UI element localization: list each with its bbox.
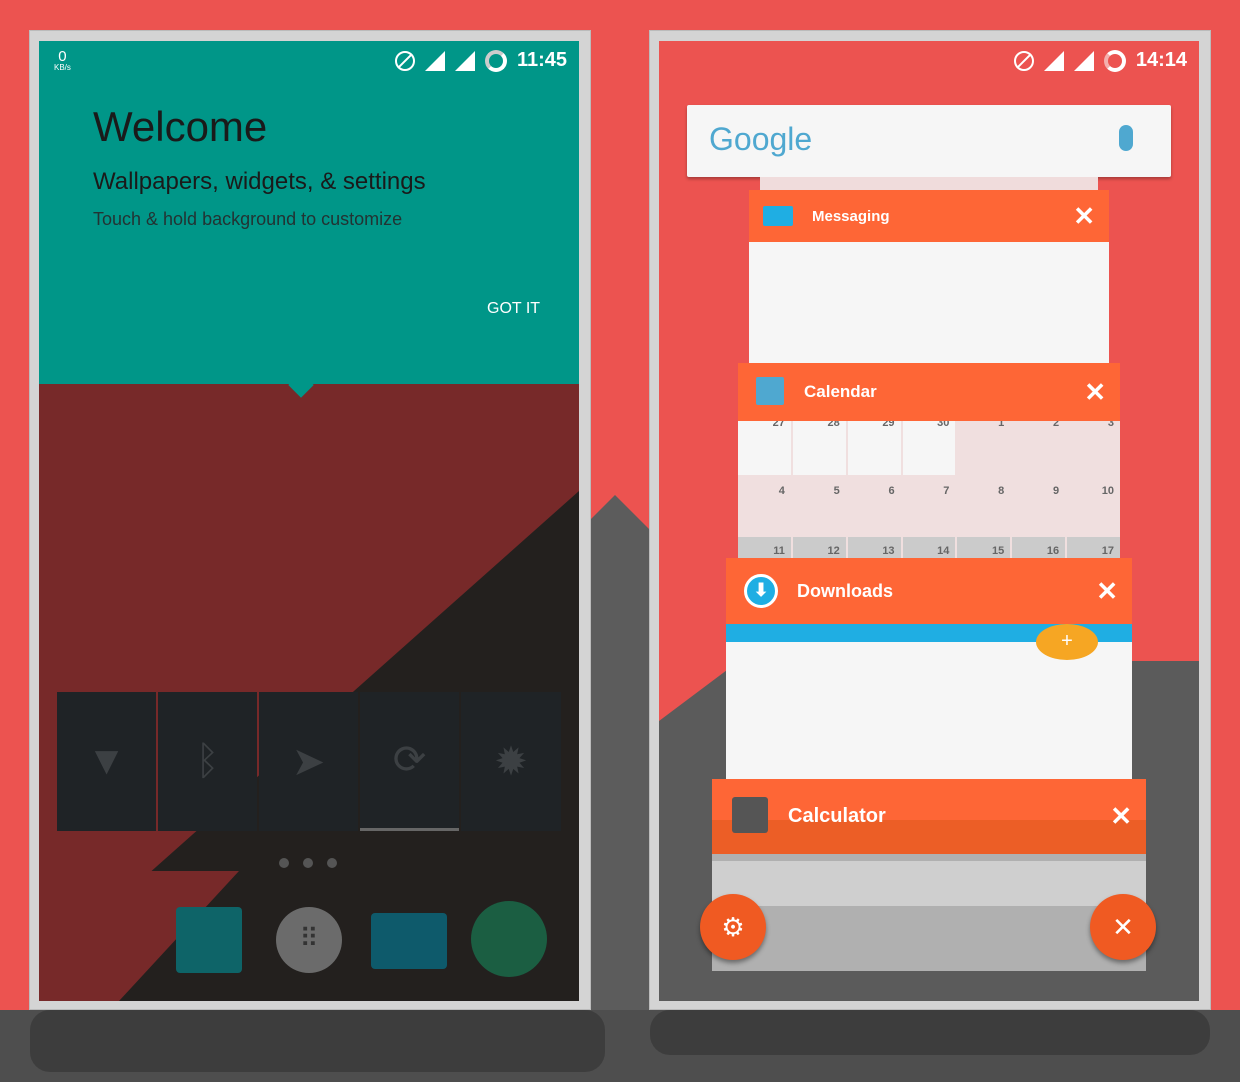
mic-icon[interactable] [1119, 125, 1133, 151]
calendar-day: 7 [902, 477, 956, 535]
no-sim-icon [1013, 50, 1034, 71]
wifi-icon[interactable]: ▼ [57, 692, 156, 831]
close-all-icon: ✕ [1112, 911, 1134, 942]
calendar-day: 28 [792, 417, 846, 475]
recent-card-calculator[interactable]: Calculator ✕ [712, 779, 1146, 971]
status-bar: 14:14 [1013, 49, 1187, 72]
welcome-hint: Touch & hold background to customize [93, 209, 403, 229]
signal-icon [424, 50, 445, 71]
calendar-day: 11 [738, 537, 791, 559]
right-phone: 14:14 Google Messaging ✕ Calendar ✕ 27 28… [649, 30, 1211, 1010]
signal-icon [454, 50, 475, 71]
google-logo: Google [709, 121, 813, 157]
home-screen: 0 KB/s 11:45 Welcome Wallpapers, widgets… [39, 41, 579, 1001]
settings-icon: ⚙ [721, 911, 745, 942]
recent-card-calendar[interactable]: Calendar ✕ 27 28 29 30 1 2 3 4 5 6 7 8 9 10 11 12 13 14 15… [738, 363, 1120, 559]
close-all-fab[interactable]: ✕ [1090, 894, 1156, 960]
messaging-app-icon [763, 206, 793, 226]
brightness-icon[interactable]: ✹ [461, 692, 561, 831]
left-phone: 0 KB/s 11:45 Welcome Wallpapers, widgets… [29, 30, 591, 1010]
recents-screen: 14:14 Google Messaging ✕ Calendar ✕ 27 28… [659, 41, 1199, 1001]
calendar-app-icon [756, 377, 784, 405]
net-unit: KB/s [54, 63, 71, 72]
welcome-subtitle: Wallpapers, widgets, & settings [93, 168, 426, 195]
contacts-icon[interactable] [176, 907, 242, 973]
calendar-day: 27 [738, 417, 791, 475]
calendar-day: 4 [738, 477, 791, 535]
settings-fab[interactable]: ⚙ [700, 894, 766, 960]
app-drawer-icon[interactable]: ⠿ [276, 907, 342, 973]
close-icon[interactable]: ✕ [1073, 201, 1095, 232]
recent-card-messaging[interactable]: Messaging ✕ [749, 190, 1109, 364]
calendar-day: 5 [792, 477, 846, 535]
messaging-icon[interactable] [371, 913, 447, 969]
calendar-day: 2 [1012, 417, 1066, 475]
card-title: Downloads [797, 580, 894, 601]
quick-settings: ▼ ᛒ ➤ ⟳ ✹ [57, 692, 561, 831]
calendar-day: 17 [1067, 537, 1120, 559]
signal-icon [1043, 50, 1064, 71]
location-icon[interactable]: ➤ [259, 692, 358, 831]
calendar-day: 10 [1067, 477, 1120, 535]
recent-card-downloads[interactable]: ⬇ Downloads ✕ + [726, 558, 1132, 780]
calendar-day: 29 [847, 417, 901, 475]
card-title: Messaging [812, 207, 890, 225]
calendar-day: 3 [1067, 417, 1120, 475]
battery-icon [1103, 49, 1126, 72]
net-speed: 0 [58, 48, 67, 65]
calendar-day: 16 [1012, 537, 1066, 559]
close-icon[interactable]: ✕ [1110, 801, 1132, 832]
download-app-icon: ⬇ [744, 574, 778, 608]
calendar-day: 13 [847, 537, 901, 559]
welcome-card: 0 KB/s 11:45 Welcome Wallpapers, widgets… [39, 41, 579, 384]
calendar-day: 9 [1012, 477, 1066, 535]
page-indicator [279, 858, 337, 868]
calendar-day: 14 [902, 537, 956, 559]
status-bar: 11:45 [394, 49, 567, 72]
clock: 14:14 [1135, 49, 1187, 71]
close-icon[interactable]: ✕ [1084, 377, 1106, 408]
calendar-day: 1 [957, 417, 1011, 475]
clock: 11:45 [516, 49, 567, 71]
battery-icon [484, 49, 507, 72]
close-icon[interactable]: ✕ [1096, 576, 1118, 607]
google-search-bar[interactable]: Google [687, 105, 1171, 177]
card-title: Calculator [788, 805, 886, 827]
calendar-grid: 27 28 29 30 1 2 3 4 5 6 7 8 9 10 11 12 13 14 15 16 17 [738, 417, 1120, 559]
welcome-title: Welcome [93, 103, 268, 150]
bluetooth-icon[interactable]: ᛒ [158, 692, 257, 831]
add-icon: + [1036, 624, 1098, 660]
card-title: Calendar [804, 382, 877, 401]
calendar-day: 6 [847, 477, 901, 535]
calendar-day: 15 [957, 537, 1011, 559]
calendar-day: 8 [957, 477, 1011, 535]
browser-icon[interactable] [471, 901, 547, 977]
calendar-day: 12 [792, 537, 846, 559]
got-it-button[interactable]: GOT IT [487, 300, 540, 318]
calendar-day: 30 [902, 417, 956, 475]
signal-icon [1073, 50, 1094, 71]
calculator-app-icon [732, 797, 768, 833]
card-behind [760, 177, 1098, 191]
no-sim-icon [394, 50, 415, 71]
sync-icon[interactable]: ⟳ [360, 692, 459, 831]
